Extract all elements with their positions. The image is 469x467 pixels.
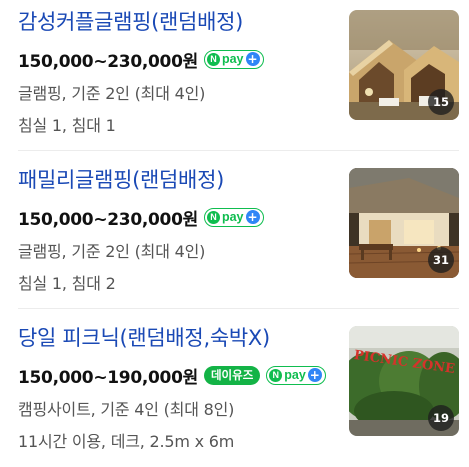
naver-pay-badge: N pay +	[266, 365, 326, 385]
plus-icon: +	[307, 368, 322, 382]
room-beds: 침실 1, 침대 2	[18, 274, 116, 293]
plus-icon: +	[245, 52, 260, 66]
naver-pay-n-icon: N	[269, 368, 283, 382]
room-price: 150,000~230,000원	[18, 209, 198, 230]
room-photo[interactable]: 31	[349, 168, 459, 278]
room-capacity: 캠핑사이트, 기준 4인 (최대 8인)	[18, 400, 235, 419]
naver-pay-label: pay	[221, 52, 244, 66]
room-title[interactable]: 당일 피크닉(랜덤배정,숙박X)	[18, 322, 270, 352]
photo-count: 19	[428, 405, 454, 431]
photo-count: 15	[428, 89, 454, 115]
price-row: 150,000~190,000원 데이유즈 N pay +	[18, 362, 326, 388]
naver-pay-badge: N pay +	[203, 207, 264, 227]
divider	[18, 308, 459, 309]
room-photo[interactable]: PICNIC ZONE 19	[349, 326, 459, 436]
room-item-glamping-family[interactable]: 패밀리글램핑(랜덤배정) 150,000~230,000원 N pay + 글램…	[0, 158, 469, 298]
room-capacity: 글램핑, 기준 2인 (최대 4인)	[18, 84, 206, 103]
room-price: 150,000~230,000원	[18, 51, 198, 72]
naver-pay-n-icon: N	[206, 52, 220, 66]
room-item-day-picnic[interactable]: 당일 피크닉(랜덤배정,숙박X) 150,000~190,000원 데이유즈 N…	[0, 316, 469, 456]
naver-pay-n-icon: N	[206, 210, 220, 224]
room-beds: 침실 1, 침대 1	[18, 116, 116, 135]
room-capacity: 글램핑, 기준 2인 (최대 4인)	[18, 242, 206, 261]
room-item-glamping-couple[interactable]: 감성커플글램핑(랜덤배정) 150,000~230,000원 N pay + 글…	[0, 0, 469, 140]
naver-pay-badge: N pay +	[203, 49, 264, 69]
room-title[interactable]: 감성커플글램핑(랜덤배정)	[18, 6, 243, 36]
plus-icon: +	[245, 210, 260, 224]
photo-count: 31	[428, 247, 454, 273]
price-row: 150,000~230,000원 N pay +	[18, 204, 264, 230]
room-photo[interactable]: 15	[349, 10, 459, 120]
room-price: 150,000~190,000원	[18, 367, 198, 388]
divider	[18, 150, 459, 151]
naver-pay-label: pay	[284, 368, 306, 382]
naver-pay-label: pay	[221, 210, 244, 224]
room-details: 11시간 이용, 데크, 2.5m x 6m	[18, 432, 235, 451]
day-use-badge: 데이유즈	[203, 365, 261, 385]
room-title[interactable]: 패밀리글램핑(랜덤배정)	[18, 164, 224, 194]
room-list: 감성커플글램핑(랜덤배정) 150,000~230,000원 N pay + 글…	[0, 0, 469, 467]
price-row: 150,000~230,000원 N pay +	[18, 46, 264, 72]
